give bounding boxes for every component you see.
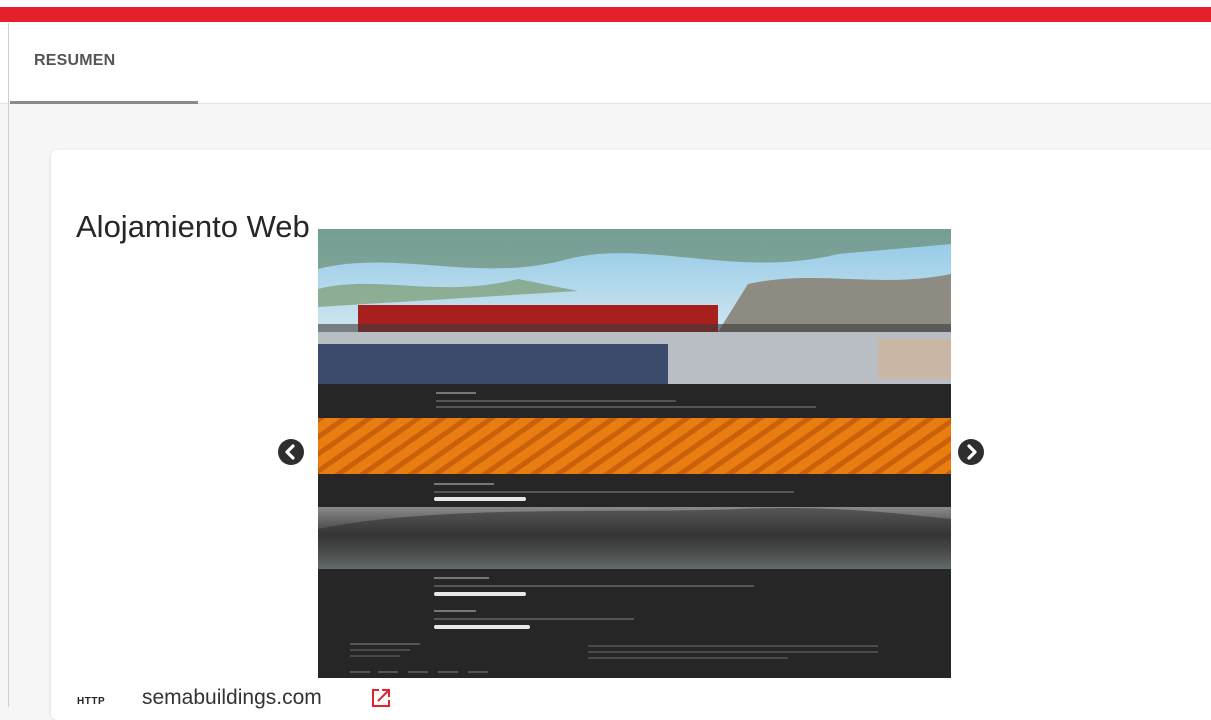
carousel-prev-button[interactable] <box>278 439 304 465</box>
site-preview-carousel <box>318 229 951 678</box>
top-brand-bar <box>0 0 1211 23</box>
site-preview-image <box>318 229 951 678</box>
hosting-card: Alojamiento Web HTTP semabuildings.com <box>51 150 1211 720</box>
domain-link[interactable]: semabuildings.com <box>142 686 322 710</box>
card-title: Alojamiento Web <box>76 208 310 244</box>
protocol-badge: HTTP <box>77 696 106 707</box>
tab-label: RESUMEN <box>34 52 116 69</box>
external-link-icon[interactable] <box>370 687 392 709</box>
left-border <box>8 23 9 707</box>
carousel-next-button[interactable] <box>958 439 984 465</box>
chevron-right-icon <box>967 444 977 460</box>
brand-red-stripe <box>0 7 1211 22</box>
active-tab-indicator <box>10 101 198 104</box>
chevron-left-icon <box>285 444 295 460</box>
tab-bar: RESUMEN <box>0 23 1211 104</box>
tab-resumen[interactable]: RESUMEN <box>10 23 198 104</box>
